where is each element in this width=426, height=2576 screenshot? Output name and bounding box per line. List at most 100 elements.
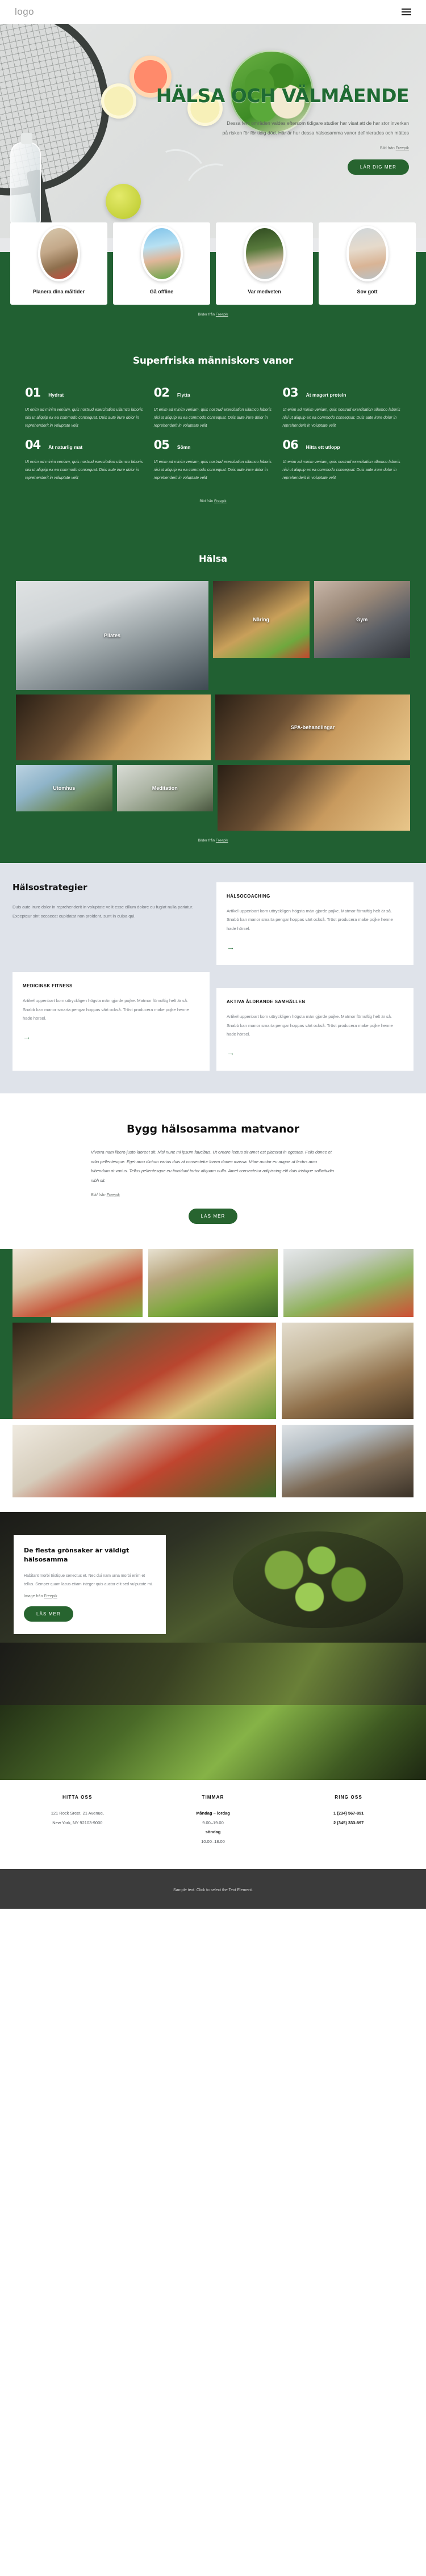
strategy-card-text: Artikel uppenbart kom uttryckligen högst… (23, 998, 189, 1021)
contact-column-find-us: HITTA OSS 121 Rock Sreet, 21 Avenue, New… (12, 1795, 143, 1846)
habit-text: Ut enim ad minim veniam, quis nostrud ex… (25, 408, 143, 428)
tile-label: Utomhus (53, 785, 76, 792)
feature-card[interactable]: Sov gott (319, 222, 416, 305)
hero-content: HÄLSA OCH VÄLMÅENDE Dessa fem områden va… (0, 24, 426, 175)
habit-header: 02 Flytta (154, 386, 273, 399)
man-listening-photo (243, 226, 286, 281)
food-cta-wrap: LÄS MER (0, 1209, 426, 1224)
gallery-tile-spa[interactable]: SPA-behandlingar (215, 694, 410, 761)
food-photo-takeaway-bowls[interactable] (282, 1323, 414, 1420)
food-habits-section: Bygg hälsosamma matvanor Viverra nam lib… (0, 1093, 426, 1249)
credit-prefix: Bild från (380, 146, 396, 151)
habit-name: Sömn (177, 444, 191, 451)
dark-photo-strip (0, 1643, 426, 1706)
feature-image-credit: Image från Freepik (24, 1594, 156, 1598)
strategies-intro-text: Duis aute irure dolor in reprehenderit i… (12, 904, 194, 919)
gallery-tile-outdoor[interactable]: Utomhus (16, 765, 112, 812)
phone-number[interactable]: 1 (234) 567-891 (283, 1809, 414, 1819)
arrow-right-icon[interactable]: → (227, 943, 235, 951)
habit-item: 03 Ät magert protein Ut enim ad minim ve… (282, 386, 401, 430)
habit-number: 04 (25, 438, 41, 452)
site-logo[interactable]: logo (15, 6, 34, 18)
gallery-tile-meditation[interactable]: Meditation (116, 765, 213, 812)
contact-heading: RING OSS (335, 1795, 363, 1800)
gallery-tile-gym[interactable]: Gym (314, 581, 410, 659)
tile-label: Meditation (152, 785, 178, 792)
habits-image-credit: Bild från Freepik (0, 499, 426, 503)
habit-name: Ät naturlig mat (48, 444, 83, 451)
credit-link[interactable]: Freepik (396, 146, 409, 150)
gallery-row: Utomhus Meditation (16, 765, 410, 831)
credit-link[interactable]: Freepik (107, 1193, 120, 1197)
hero-cta-button[interactable]: LÄR DIG MER (347, 159, 409, 175)
feature-card-title: Var medveten (248, 289, 281, 294)
credit-prefix: Bilder från (198, 313, 216, 317)
habit-header: 06 Hitta ett utlopp (282, 438, 401, 452)
credit-prefix: Image från (24, 1594, 44, 1598)
credit-link[interactable]: Freepik (216, 313, 228, 317)
strategy-card-medicinsk-fitness[interactable]: MEDICINSK FITNESS Artikel uppenbart kom … (12, 972, 210, 1071)
habits-grid: 01 Hydrat Ut enim ad minim veniam, quis … (0, 386, 426, 482)
tile-label: Näring (253, 617, 270, 623)
strategy-card-aktiva-aldrande[interactable]: AKTIVA ÅLDRANDE SAMHÄLLEN Artikel uppenb… (216, 988, 414, 1071)
strategy-card-halsocoaching[interactable]: HÄLSOCOACHING Artikel uppenbart kom uttr… (216, 882, 414, 966)
footer-text: Sample text. Click to select the Text El… (173, 1888, 253, 1893)
food-gallery-section (0, 1249, 426, 1513)
gallery-row: SPA-behandlingar (16, 694, 410, 761)
habit-number: 02 (153, 386, 170, 400)
feature-cards-band: Planera dina måltider Gå offline Var med… (0, 222, 426, 331)
halsa-gallery: Pilates Näring Gym SPA-behandlingar Utom… (0, 581, 426, 831)
arrow-right-icon[interactable]: → (227, 1049, 235, 1057)
sleeping-woman-photo (346, 226, 389, 281)
arrow-right-icon[interactable]: → (23, 1033, 31, 1041)
contact-heading: TIMMAR (202, 1795, 224, 1800)
strategy-card-text: Artikel uppenbart kom uttryckligen högst… (227, 1014, 393, 1037)
gallery-tile-pilates[interactable]: Pilates (16, 581, 208, 691)
habit-header: 01 Hydrat (25, 386, 144, 399)
food-photo-salad-spread[interactable] (12, 1323, 276, 1420)
food-cta-button[interactable]: LÄS MER (188, 1209, 238, 1224)
tile-label: SPA-behandlingar (290, 725, 335, 731)
strategies-grid: Hälsostrategier Duis aute irure dolor in… (12, 882, 414, 1071)
meal-planning-photo (37, 226, 80, 281)
habit-item: 06 Hitta ett utlopp Ut enim ad minim ven… (282, 438, 401, 482)
credit-link[interactable]: Freepik (216, 839, 228, 843)
food-photo-tomato-salad[interactable] (12, 1425, 276, 1498)
contact-column-hours: TIMMAR Måndag – lördag 9.00–19.00 söndag… (148, 1795, 278, 1846)
credit-link[interactable]: Freepik (214, 499, 227, 503)
cards-image-credit: Bilder från Freepik (0, 313, 426, 317)
contact-line: 10.00–18.00 (201, 1838, 225, 1844)
food-photo-woman-vegetables[interactable] (12, 1249, 143, 1318)
food-photo-buddha-bowl[interactable] (148, 1249, 278, 1318)
contact-column-call-us: RING OSS 1 (234) 567-891 2 (345) 333-897 (283, 1795, 414, 1846)
feature-title: De flesta grönsaker är väldigt hälsosamm… (24, 1547, 130, 1564)
feature-card[interactable]: Gå offline (113, 222, 210, 305)
habit-text: Ut enim ad minim veniam, quis nostrud ex… (25, 460, 143, 481)
hero-section: HÄLSA OCH VÄLMÅENDE Dessa fem områden va… (0, 24, 426, 238)
habits-section: Superfriska människors vanor 01 Hydrat U… (0, 330, 426, 531)
habit-header: 04 Ät naturlig mat (25, 438, 144, 452)
contact-heading: HITTA OSS (62, 1795, 93, 1800)
phone-number[interactable]: 2 (345) 333-897 (283, 1819, 414, 1828)
gallery-tile-naring[interactable]: Näring (213, 581, 310, 659)
feature-card-title: Sov gott (357, 289, 378, 294)
credit-link[interactable]: Freepik (44, 1594, 57, 1598)
gallery-tile-filler[interactable] (218, 765, 410, 831)
credit-prefix: Bild från (199, 499, 214, 504)
couple-outdoors-photo (140, 226, 183, 281)
vegetable-banner-photo (0, 1705, 426, 1781)
hamburger-icon[interactable] (402, 9, 411, 15)
page-title: HÄLSA OCH VÄLMÅENDE (156, 85, 410, 107)
feature-cta-button[interactable]: LÄS MER (24, 1606, 73, 1622)
habit-header: 05 Sömn (154, 438, 273, 452)
feature-card[interactable]: Var medveten (216, 222, 313, 305)
strategies-section: Hälsostrategier Duis aute irure dolor in… (0, 863, 426, 1094)
food-photo-cutting-board[interactable] (283, 1249, 414, 1318)
food-photo-fitness-woman[interactable] (282, 1425, 414, 1498)
habit-name: Hitta ett utlopp (306, 444, 340, 451)
feature-card[interactable]: Planera dina måltider (10, 222, 107, 305)
food-paragraph: Viverra nam libero justo laoreet sit. Ni… (91, 1150, 335, 1183)
feature-card-title: Planera dina måltider (32, 289, 85, 294)
strategy-card-heading: AKTIVA ÅLDRANDE SAMHÄLLEN (227, 999, 306, 1005)
gallery-tile-spa-left[interactable] (16, 694, 211, 761)
